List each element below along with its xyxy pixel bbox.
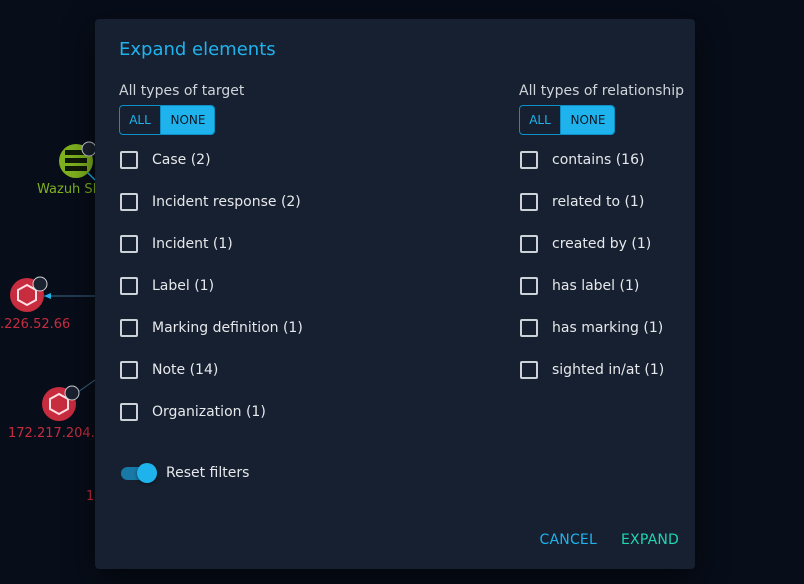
target-toggle-group: ALL NONE [119, 105, 215, 135]
relationship-item-label: contains (16) [552, 152, 645, 168]
target-item-label: Note (14) [152, 362, 219, 378]
node-label: Wazuh SI [37, 182, 97, 197]
relationship-item[interactable]: sighted in/at (1) [519, 349, 689, 391]
toggle-thumb[interactable] [137, 463, 157, 483]
target-item-label: Organization (1) [152, 404, 266, 420]
checkbox[interactable] [120, 403, 138, 421]
relationship-item-label: created by (1) [552, 236, 652, 252]
target-types-section: All types of target ALL NONE Case (2) In… [119, 81, 419, 433]
target-none-button[interactable]: NONE [161, 106, 214, 134]
checkbox[interactable] [120, 277, 138, 295]
checkbox[interactable] [520, 151, 538, 169]
reset-filters-toggle[interactable] [119, 462, 157, 484]
checkbox[interactable] [120, 319, 138, 337]
target-all-button[interactable]: ALL [120, 106, 161, 134]
checkbox[interactable] [520, 193, 538, 211]
dialog-title: Expand elements [119, 39, 276, 60]
target-list: Case (2) Incident response (2) Incident … [119, 139, 419, 433]
checkbox[interactable] [520, 319, 538, 337]
relationship-item-label: sighted in/at (1) [552, 362, 665, 378]
relationship-types-section: All types of relationship ALL NONE conta… [519, 81, 689, 391]
target-item[interactable]: Organization (1) [119, 391, 419, 433]
target-item-label: Incident response (2) [152, 194, 301, 210]
checkbox[interactable] [520, 361, 538, 379]
target-item[interactable]: Marking definition (1) [119, 307, 419, 349]
target-item[interactable]: Case (2) [119, 139, 419, 181]
target-item[interactable]: Label (1) [119, 265, 419, 307]
hexagon-icon[interactable] [42, 385, 80, 421]
relationship-item[interactable]: related to (1) [519, 181, 689, 223]
relationship-item[interactable]: has marking (1) [519, 307, 689, 349]
checkbox[interactable] [120, 361, 138, 379]
relationship-item[interactable]: created by (1) [519, 223, 689, 265]
target-item-label: Case (2) [152, 152, 211, 168]
node-label: 172.217.204. [8, 426, 95, 441]
server-icon[interactable] [59, 141, 97, 178]
relationship-item-label: has label (1) [552, 278, 640, 294]
relationship-item-label: related to (1) [552, 194, 645, 210]
relationship-list: contains (16) related to (1) created by … [519, 139, 689, 391]
target-item-label: Label (1) [152, 278, 215, 294]
relationship-toggle-group: ALL NONE [519, 105, 615, 135]
relationship-item[interactable]: contains (16) [519, 139, 689, 181]
checkbox[interactable] [120, 151, 138, 169]
target-item-label: Incident (1) [152, 236, 233, 252]
hexagon-icon[interactable] [10, 276, 48, 312]
relationship-item[interactable]: has label (1) [519, 265, 689, 307]
relationship-none-button[interactable]: NONE [561, 106, 614, 134]
target-item[interactable]: Incident (1) [119, 223, 419, 265]
checkbox[interactable] [120, 235, 138, 253]
target-item-label: Marking definition (1) [152, 320, 303, 336]
relationship-item-label: has marking (1) [552, 320, 664, 336]
reset-filters-label: Reset filters [166, 465, 250, 481]
expand-elements-dialog: Expand elements All types of target ALL … [95, 19, 695, 569]
checkbox[interactable] [520, 235, 538, 253]
dialog-actions: CANCEL EXPAND [540, 528, 679, 552]
checkbox[interactable] [120, 193, 138, 211]
target-item[interactable]: Incident response (2) [119, 181, 419, 223]
relationship-types-title: All types of relationship [519, 83, 685, 99]
node-label: .226.52.66 [0, 317, 71, 332]
target-types-title: All types of target [119, 83, 245, 99]
target-item[interactable]: Note (14) [119, 349, 419, 391]
node-label: 1 [86, 489, 95, 504]
checkbox[interactable] [520, 277, 538, 295]
reset-filters-row: Reset filters [119, 462, 249, 484]
relationship-all-button[interactable]: ALL [520, 106, 561, 134]
expand-button[interactable]: EXPAND [621, 528, 679, 552]
cancel-button[interactable]: CANCEL [540, 528, 597, 552]
